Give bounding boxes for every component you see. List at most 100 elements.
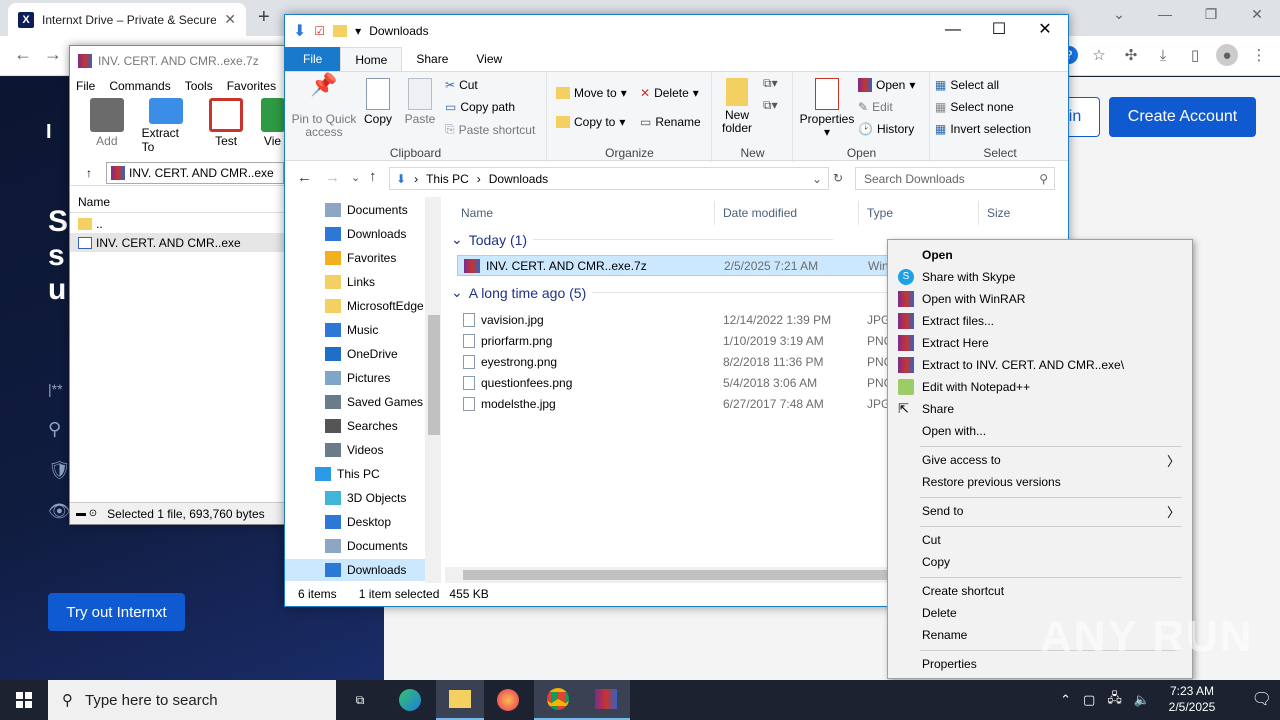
restore-icon[interactable]: ❐ (1188, 0, 1234, 30)
move-to-button[interactable]: Move to ▾ (556, 86, 627, 100)
select-none-button[interactable]: ▦ Select none (935, 100, 1014, 114)
customize-quick-access-icon[interactable]: ▾ (355, 24, 361, 38)
recent-locations-icon[interactable]: ⌄ (351, 171, 360, 184)
group-header-older[interactable]: ⌄ A long time ago (5) (451, 284, 893, 301)
browser-tab[interactable]: X Internxt Drive – Private & Secure ✕ (8, 3, 246, 36)
group-header-today[interactable]: ⌄ Today (1) (451, 231, 834, 248)
battery-icon[interactable]: ▢ (1083, 692, 1095, 708)
menu-dots-icon[interactable]: ⋮ (1248, 44, 1270, 66)
refresh-icon[interactable]: ↻ (833, 171, 843, 185)
new-folder-button[interactable]: New folder (717, 78, 757, 135)
cut-button[interactable]: ✂ Cut (445, 78, 478, 92)
new-folder-quick-icon[interactable] (333, 25, 348, 37)
menu-commands[interactable]: Commands (109, 79, 170, 93)
menu-file[interactable]: File (76, 79, 95, 93)
close-icon[interactable]: ✕ (1022, 15, 1068, 45)
explorer-taskbar-button[interactable] (436, 680, 484, 720)
file-row[interactable]: INV. CERT. AND CMR..exe.7z 2/5/2025 7:21… (457, 255, 897, 276)
try-internxt-button[interactable]: Try out Internxt (48, 593, 185, 631)
taskbar-search-input[interactable]: ⚲ Type here to search (48, 680, 336, 720)
breadcrumb-downloads[interactable]: Downloads (489, 172, 548, 186)
list-item[interactable]: INV. CERT. AND CMR..exe (70, 233, 284, 252)
menu-item-share[interactable]: ⇱ Share (888, 398, 1192, 420)
menu-item-edit-notepad[interactable]: Edit with Notepad++ (888, 376, 1192, 398)
nav-item[interactable]: Pictures (325, 367, 390, 389)
open-button[interactable]: Open ▾ (858, 78, 915, 92)
menu-item-give-access[interactable]: Give access to 〉 (888, 449, 1192, 471)
breadcrumb-this-pc[interactable]: This PC (426, 172, 469, 186)
forward-arrow-icon[interactable]: → (325, 169, 340, 186)
menu-item-extract-here[interactable]: Extract Here (888, 332, 1192, 354)
menu-item-restore-versions[interactable]: Restore previous versions (888, 471, 1192, 493)
back-arrow-icon[interactable]: ← (14, 44, 32, 65)
nav-item[interactable]: Videos (325, 439, 383, 461)
search-input[interactable]: Search Downloads ⚲ (855, 167, 1055, 190)
winrar-path-field[interactable]: INV. CERT. AND CMR..exe (106, 161, 284, 184)
chrome-taskbar-button[interactable] (534, 680, 582, 720)
rename-button[interactable]: ▭ Rename (640, 115, 701, 129)
menu-tools[interactable]: Tools (185, 79, 213, 93)
history-button[interactable]: 🕑 History (858, 122, 914, 136)
file-row[interactable]: eyestrong.png 8/2/2018 11:36 PM PNG (457, 351, 897, 372)
menu-item-share-skype[interactable]: S Share with Skype (888, 266, 1192, 288)
copy-button[interactable]: Copy (363, 78, 393, 126)
horizontal-scrollbar-thumb[interactable] (463, 570, 893, 580)
nav-item[interactable]: This PC (315, 463, 380, 485)
copy-path-button[interactable]: ▭ Copy path (445, 100, 515, 114)
list-item[interactable]: .. (70, 214, 284, 233)
winrar-column-name[interactable]: Name (70, 191, 284, 213)
nav-item[interactable]: MicrosoftEdge (325, 295, 424, 317)
maximize-icon[interactable]: ☐ (976, 15, 1022, 45)
forward-arrow-icon[interactable]: → (44, 44, 62, 65)
invert-selection-button[interactable]: ▦ Invert selection (935, 122, 1031, 136)
menu-item-extract-files[interactable]: Extract files... (888, 310, 1192, 332)
paste-shortcut-button[interactable]: ⎘ Paste shortcut (445, 122, 535, 137)
up-arrow-icon[interactable]: ↑ (369, 168, 377, 185)
new-tab-button[interactable]: + (258, 6, 270, 29)
file-row[interactable]: vavision.jpg 12/14/2022 1:39 PM JPG (457, 309, 897, 330)
profile-avatar-icon[interactable]: ● (1216, 44, 1238, 66)
menu-favorites[interactable]: Favorites (227, 79, 276, 93)
menu-item-extract-to[interactable]: Extract to INV. CERT. AND CMR..exe\ (888, 354, 1192, 376)
test-button[interactable]: Test (201, 98, 251, 154)
column-name[interactable]: Name (453, 201, 715, 225)
menu-item-cut[interactable]: Cut (888, 529, 1192, 551)
minimize-icon[interactable]: — (930, 15, 976, 45)
extract-to-button[interactable]: Extract To (142, 98, 192, 154)
edit-button[interactable]: ✎ Edit (858, 100, 893, 114)
column-date-modified[interactable]: Date modified (715, 201, 859, 225)
taskbar-clock[interactable]: 7:23 AM 2/5/2025 (1152, 683, 1232, 715)
minimize-icon[interactable]: — (1142, 0, 1188, 30)
extensions-puzzle-icon[interactable]: ✣ (1120, 44, 1142, 66)
side-panel-icon[interactable]: ▯ (1184, 44, 1206, 66)
menu-item-send-to[interactable]: Send to 〉 (888, 500, 1192, 522)
file-row[interactable]: priorfarm.png 1/10/2019 3:19 AM PNG (457, 330, 897, 351)
paste-button[interactable]: Paste (403, 78, 437, 126)
download-arrow-icon[interactable]: ⬇ (293, 21, 306, 41)
menu-item-copy[interactable]: Copy (888, 551, 1192, 573)
easy-access-icon[interactable]: ⧉▾ (763, 98, 778, 113)
nav-scrollbar-thumb[interactable] (428, 315, 440, 435)
delete-button[interactable]: ✕ Delete ▾ (640, 86, 699, 100)
menu-item-open[interactable]: Open (888, 244, 1192, 266)
tab-share[interactable]: Share (402, 47, 462, 71)
menu-item-open-with[interactable]: Open with... (888, 420, 1192, 442)
nav-item[interactable]: Downloads (285, 559, 425, 581)
firefox-taskbar-button[interactable] (484, 680, 532, 720)
nav-item[interactable]: OneDrive (325, 343, 398, 365)
tab-file[interactable]: File (285, 47, 341, 71)
file-row[interactable]: modelsthe.jpg 6/27/2017 7:48 AM JPG (457, 393, 897, 414)
select-all-button[interactable]: ▦ Select all (935, 78, 999, 92)
close-icon[interactable]: ✕ (1234, 0, 1280, 30)
volume-icon[interactable]: 🔈 (1134, 692, 1150, 708)
nav-item[interactable]: Saved Games (325, 391, 423, 413)
nav-item[interactable]: Desktop (325, 511, 391, 533)
address-dropdown-icon[interactable]: ⌄ (812, 172, 828, 186)
create-account-button[interactable]: Create Account (1109, 97, 1256, 137)
download-icon[interactable]: ⤓ (1152, 44, 1174, 66)
nav-item[interactable]: Downloads (325, 223, 406, 245)
edge-taskbar-button[interactable] (386, 680, 434, 720)
nav-item[interactable]: Music (325, 319, 378, 341)
network-icon[interactable]: 🖧 (1107, 689, 1122, 711)
address-bar[interactable]: ⬇ › This PC › Downloads ⌄ (389, 167, 829, 190)
